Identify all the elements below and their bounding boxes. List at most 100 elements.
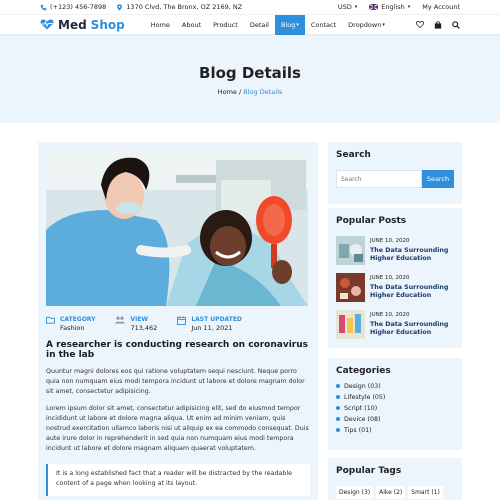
category-label: Tips (01) [344, 426, 372, 434]
calendar-icon [177, 316, 187, 325]
search-button[interactable]: Search [422, 170, 454, 188]
heart-icon[interactable] [416, 21, 424, 28]
nav-item-dropdown[interactable]: Dropdown ▾ [342, 15, 391, 35]
category-item[interactable]: Device (08) [336, 415, 454, 424]
nav-item-blog[interactable]: Blog ▾ [274, 14, 305, 35]
breadcrumb: Home / Blog Details [0, 88, 500, 96]
main-navbar: Med Shop Home About Product Detail Blog … [0, 14, 500, 35]
nav-item-detail[interactable]: Detail [244, 15, 275, 35]
language-select[interactable]: English ▾ [369, 3, 410, 11]
popular-post-item[interactable]: JUNE 10, 2020 The Data Surrounding Highe… [336, 273, 454, 302]
post-featured-image [46, 150, 308, 306]
meta-views-label: VIEW [130, 316, 149, 323]
language-value: English [381, 3, 405, 11]
nav-item-dropdown-label: Dropdown [348, 20, 382, 29]
address-text: 1370 Clvd, The Bronx, OZ 2169, NZ [126, 3, 243, 11]
top-bar: (+123) 456-7898 1370 Clvd, The Bronx, OZ… [0, 0, 500, 14]
brand-name-part2: Shop [90, 17, 125, 32]
bullet-icon [336, 384, 340, 389]
nav-item-about[interactable]: About [176, 15, 207, 35]
meta-views: VIEW 713,462 [115, 316, 157, 332]
category-label: Device (08) [344, 415, 381, 423]
breadcrumb-home[interactable]: Home [218, 88, 237, 96]
category-item[interactable]: Lifestyle (05) [336, 393, 454, 402]
chevron-down-icon: ▾ [382, 21, 385, 28]
meta-category: CATEGORY Fashion [46, 316, 95, 332]
popular-post-thumbnail [336, 273, 365, 302]
popular-post-item[interactable]: JUNE 10, 2020 The Data Surrounding Highe… [336, 310, 454, 339]
phone-number: (+123) 456-7898 [50, 3, 107, 11]
category-label: Design (03) [344, 382, 381, 390]
nav-item-product[interactable]: Product [207, 15, 244, 35]
tag-item[interactable]: Smart (1) [408, 486, 443, 499]
brand-logo[interactable]: Med Shop [40, 18, 125, 32]
popular-tags-title: Popular Tags [336, 466, 402, 476]
nav-icons [416, 20, 460, 29]
popular-post-date: JUNE 10, 2020 [370, 312, 410, 318]
bullet-icon [336, 417, 340, 422]
categories-title: Categories [336, 366, 391, 376]
address-info: 1370 Clvd, The Bronx, OZ 2169, NZ [116, 3, 242, 11]
nav-item-home[interactable]: Home [145, 15, 176, 35]
breadcrumb-current: Blog Details [243, 88, 283, 96]
chevron-down-icon: ▾ [296, 21, 299, 28]
post-paragraph-2: Lorem ipsum dolor sit amet, consectetur … [46, 405, 309, 452]
chevron-down-icon: ▾ [407, 4, 411, 10]
bullet-icon [336, 406, 340, 411]
page-title: Blog Details [199, 64, 301, 82]
shopping-bag-icon[interactable] [434, 20, 442, 29]
location-pin-icon [117, 3, 123, 11]
meta-updated: LAST UPDATED Jun 11, 2021 [177, 316, 242, 332]
meta-category-value: Fashion [60, 324, 85, 332]
category-label: Script (10) [344, 404, 378, 412]
post-title: A researcher is conducting research on c… [46, 340, 308, 360]
meta-updated-value: Jun 11, 2021 [191, 324, 233, 332]
popular-post-thumbnail [336, 310, 365, 339]
brand-name-part1: Med [58, 17, 87, 32]
blog-post-card: CATEGORY Fashion VIEW 713,462 LAST UPDAT… [38, 142, 318, 500]
search-form: Search [336, 170, 454, 188]
main-menu: Home About Product Detail Blog ▾ Contact… [145, 14, 391, 35]
search-widget-title: Search [336, 150, 371, 160]
meta-updated-label: LAST UPDATED [191, 316, 242, 323]
post-blockquote: It is a long established fact that a rea… [46, 464, 310, 496]
sidebar-popular-tags: Popular Tags Design (3) Aike (2) Smart (… [328, 458, 462, 500]
post-meta: CATEGORY Fashion VIEW 713,462 LAST UPDAT… [46, 316, 310, 332]
nav-item-blog-label: Blog [280, 20, 296, 29]
currency-select[interactable]: USD ▾ [338, 3, 357, 11]
popular-post-date: JUNE 10, 2020 [370, 238, 410, 244]
meta-views-value: 713,462 [130, 324, 158, 332]
phone-icon [40, 4, 47, 10]
currency-value: USD [337, 3, 352, 11]
phone-info[interactable]: (+123) 456-7898 [40, 3, 106, 11]
search-icon[interactable] [452, 20, 460, 29]
popular-post-title[interactable]: The Data Surrounding Higher Education [370, 284, 454, 299]
bullet-icon [336, 395, 340, 400]
sidebar-popular-posts: Popular Posts JUNE 10, 2020 The Data Sur… [328, 208, 462, 348]
popular-post-item[interactable]: JUNE 10, 2020 The Data Surrounding Highe… [336, 236, 454, 265]
post-paragraph-1: Quuntur magni dolores eos qui ratione vo… [46, 368, 305, 395]
tag-item[interactable]: Aike (2) [376, 486, 406, 499]
popular-posts-title: Popular Posts [336, 216, 407, 226]
sidebar-search-widget: Search Search [328, 142, 462, 204]
nav-item-contact[interactable]: Contact [305, 15, 342, 35]
popular-post-title[interactable]: The Data Surrounding Higher Education [370, 247, 454, 262]
category-label: Lifestyle (05) [344, 393, 386, 401]
popular-post-date: JUNE 10, 2020 [370, 275, 410, 281]
tag-list: Design (3) Aike (2) Smart (1) [336, 486, 454, 499]
flag-icon [369, 4, 379, 10]
popular-post-title[interactable]: The Data Surrounding Higher Education [370, 321, 454, 336]
folder-icon [46, 316, 55, 324]
meta-category-label: CATEGORY [60, 316, 96, 323]
chevron-down-icon: ▾ [354, 4, 358, 10]
tag-item[interactable]: Design (3) [336, 486, 374, 499]
category-item[interactable]: Script (10) [336, 404, 454, 413]
bullet-icon [336, 428, 340, 433]
page-hero: Blog Details Home / Blog Details [0, 34, 500, 123]
search-input[interactable] [336, 170, 422, 188]
category-item[interactable]: Tips (01) [336, 426, 454, 435]
my-account-link[interactable]: My Account [422, 3, 460, 11]
category-item[interactable]: Design (03) [336, 382, 454, 391]
heartbeat-logo-icon [40, 19, 54, 30]
popular-post-thumbnail [336, 236, 365, 265]
